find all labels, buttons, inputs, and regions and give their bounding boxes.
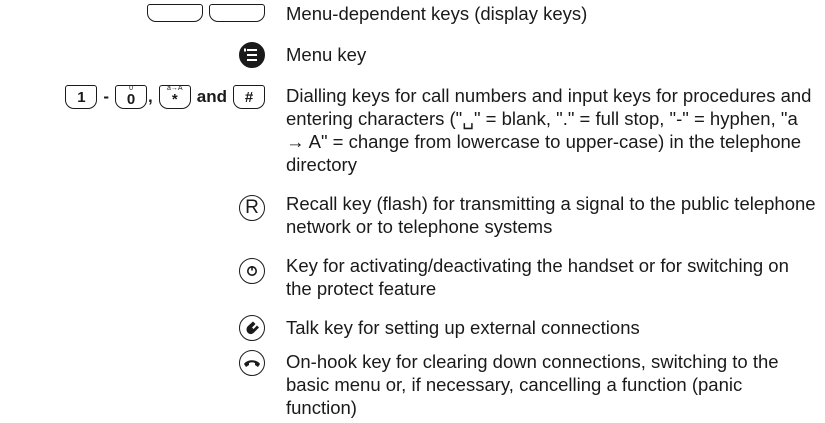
recall-key-icon: R xyxy=(239,195,265,221)
key-hash-icon: # xyxy=(233,85,265,109)
description: Dialling keys for call numbers and input… xyxy=(286,85,812,175)
on-hook-key-icon xyxy=(239,350,265,376)
description: Talk key for setting up external connect… xyxy=(286,317,640,338)
description: On-hook key for clearing down connection… xyxy=(286,351,779,418)
description: Key for activating/deactivating the hand… xyxy=(286,255,789,299)
description: Recall key (flash) for transmitting a si… xyxy=(286,193,816,237)
on-off-key-icon xyxy=(239,258,265,284)
description: Menu-dependent keys (display keys) xyxy=(286,3,588,24)
display-key-icon xyxy=(209,4,265,22)
menu-key-icon xyxy=(239,42,265,68)
key-0-icon: 0̈ 0 xyxy=(115,85,148,109)
key-star-icon: a→A * xyxy=(158,85,191,109)
display-key-icon xyxy=(147,4,203,22)
talk-key-icon xyxy=(239,315,265,341)
key-1-icon: 1 xyxy=(65,85,98,109)
description: Menu key xyxy=(286,44,367,65)
